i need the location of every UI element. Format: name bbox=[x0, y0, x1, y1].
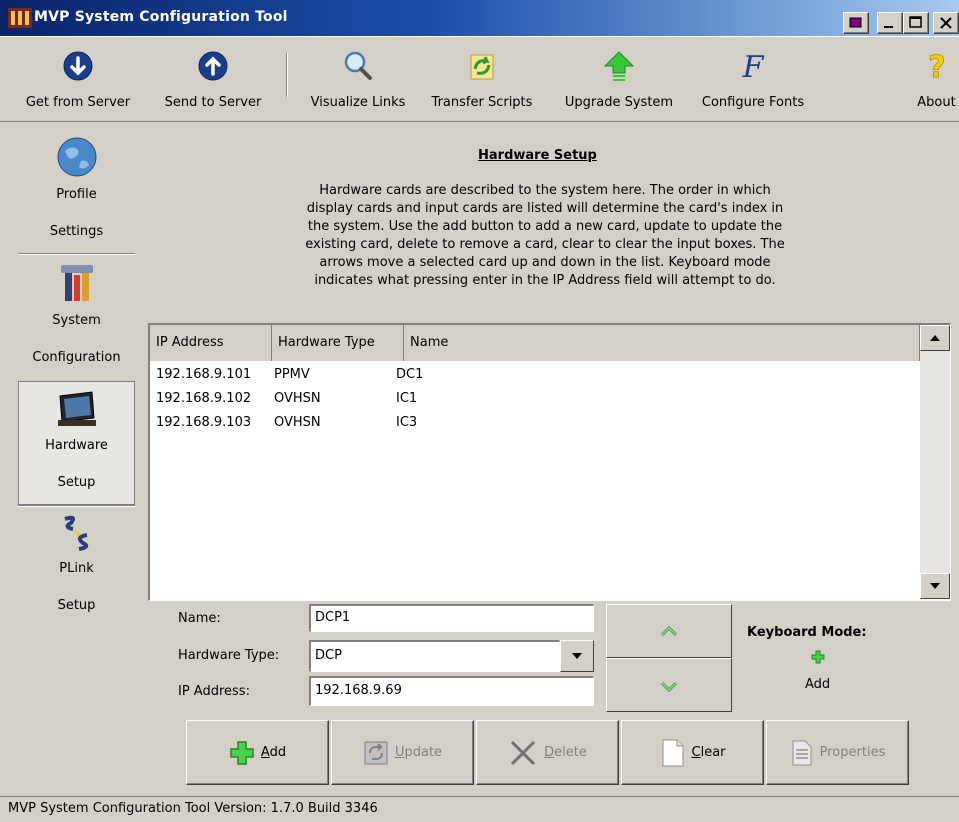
column-header-hardware-type[interactable]: Hardware Type bbox=[272, 325, 404, 361]
font-f-icon: F bbox=[742, 50, 765, 83]
column-header-name[interactable]: Name bbox=[404, 325, 920, 361]
cell-name: DC1 bbox=[396, 367, 424, 382]
window-title: MVP System Configuration Tool bbox=[34, 9, 288, 25]
nav-divider bbox=[18, 505, 135, 507]
cell-name: IC3 bbox=[396, 415, 418, 430]
transfer-scripts-button[interactable]: Transfer Scripts bbox=[418, 45, 546, 119]
move-down-button[interactable] bbox=[606, 658, 732, 712]
properties-button-label: Properties bbox=[819, 745, 886, 760]
download-circle-icon bbox=[63, 51, 93, 81]
blank-page-icon bbox=[662, 739, 683, 766]
nav-item-system-configuration[interactable]: System Configuration bbox=[18, 257, 135, 379]
page-title: Hardware Setup bbox=[478, 148, 597, 163]
hardware-type-dropdown-button[interactable] bbox=[560, 640, 594, 672]
clear-button-label: Clear bbox=[691, 745, 726, 760]
cell-name: IC1 bbox=[396, 391, 418, 406]
nav-item-hardware-setup[interactable]: Hardware Setup bbox=[18, 381, 135, 505]
question-mark-icon: ? bbox=[927, 50, 945, 83]
tools-icon bbox=[60, 265, 93, 301]
nav-divider bbox=[18, 253, 135, 255]
delete-button-label: Delete bbox=[544, 745, 587, 760]
monitor-icon bbox=[57, 391, 96, 426]
cell-ip-address: 192.168.9.102 bbox=[156, 391, 252, 406]
restore-size-button[interactable] bbox=[843, 12, 869, 34]
left-nav: Profile Settings System Configuration Ha… bbox=[18, 131, 135, 631]
scroll-down-button[interactable] bbox=[920, 573, 950, 599]
plus-icon bbox=[811, 650, 825, 664]
column-header-ip-address[interactable]: IP Address bbox=[150, 325, 272, 361]
app-icon bbox=[8, 8, 32, 28]
scroll-up-button[interactable] bbox=[920, 325, 950, 351]
upload-circle-icon bbox=[198, 51, 228, 81]
link-icon bbox=[63, 515, 88, 551]
refresh-icon bbox=[364, 741, 388, 764]
cell-ip-address: 192.168.9.101 bbox=[156, 367, 252, 382]
visualize-links-button[interactable]: Visualize Links bbox=[300, 45, 416, 119]
properties-page-icon bbox=[792, 740, 812, 765]
x-icon bbox=[511, 740, 536, 765]
cell-hardware-type: OVHSN bbox=[274, 415, 321, 430]
cell-hardware-type: OVHSN bbox=[274, 391, 321, 406]
nav-item-plink-setup[interactable]: PLink Setup bbox=[18, 509, 135, 631]
plus-icon bbox=[230, 740, 254, 765]
hardware-type-label: Hardware Type: bbox=[178, 648, 280, 663]
add-button-label: Add bbox=[260, 745, 287, 760]
keyboard-mode-value: Add bbox=[805, 677, 831, 692]
green-up-arrow-icon bbox=[603, 51, 635, 81]
update-button-label: Update bbox=[394, 745, 443, 760]
cell-hardware-type: PPMV bbox=[274, 367, 310, 382]
list-header: IP Address Hardware Type Name bbox=[150, 325, 920, 361]
update-button[interactable]: Update bbox=[331, 720, 474, 785]
title-bar: MVP System Configuration Tool bbox=[0, 0, 959, 36]
chevron-down-icon bbox=[660, 681, 678, 693]
table-row[interactable]: 192.168.9.103 OVHSN IC3 bbox=[150, 411, 920, 435]
properties-button[interactable]: Properties bbox=[766, 720, 909, 785]
nav-item-profile-settings[interactable]: Profile Settings bbox=[18, 131, 135, 253]
hardware-list[interactable]: IP Address Hardware Type Name 192.168.9.… bbox=[148, 323, 951, 601]
svg-text:F: F bbox=[742, 50, 765, 83]
send-to-server-button[interactable]: Send to Server bbox=[150, 45, 276, 119]
get-from-server-button[interactable]: Get from Server bbox=[14, 45, 142, 119]
keyboard-mode-title: Keyboard Mode: bbox=[747, 625, 867, 640]
transfer-scripts-icon bbox=[470, 54, 494, 80]
toolbar-separator bbox=[286, 53, 288, 97]
name-field[interactable]: DCP1 bbox=[309, 604, 594, 632]
page-description: Hardware cards are described to the syst… bbox=[305, 183, 785, 288]
cell-ip-address: 192.168.9.103 bbox=[156, 415, 252, 430]
name-label: Name: bbox=[178, 611, 221, 626]
configure-fonts-button[interactable]: F Configure Fonts bbox=[690, 45, 816, 119]
svg-text:?: ? bbox=[928, 50, 945, 83]
vertical-scrollbar[interactable] bbox=[920, 325, 950, 599]
about-button[interactable]: ? About bbox=[914, 45, 959, 119]
maximize-button[interactable] bbox=[903, 12, 929, 34]
status-bar: MVP System Configuration Tool Version: 1… bbox=[0, 796, 959, 822]
delete-button[interactable]: Delete bbox=[476, 720, 619, 785]
triangle-up-icon bbox=[930, 335, 940, 341]
chevron-down-icon bbox=[572, 653, 582, 659]
magnifier-icon bbox=[344, 51, 372, 80]
add-button[interactable]: Add bbox=[186, 720, 329, 785]
toolbar: Get from Server Send to Server Visualize… bbox=[0, 36, 959, 122]
triangle-down-icon bbox=[930, 583, 940, 589]
upgrade-system-button[interactable]: Upgrade System bbox=[554, 45, 684, 119]
ip-address-label: IP Address: bbox=[178, 684, 250, 699]
table-row[interactable]: 192.168.9.102 OVHSN IC1 bbox=[150, 387, 920, 411]
globe-icon bbox=[57, 137, 96, 177]
chevron-up-icon bbox=[660, 625, 678, 637]
move-up-button[interactable] bbox=[606, 604, 732, 658]
table-row[interactable]: 192.168.9.101 PPMV DC1 bbox=[150, 363, 920, 387]
minimize-button[interactable] bbox=[877, 12, 903, 34]
hardware-type-select[interactable]: DCP bbox=[309, 640, 560, 672]
clear-button[interactable]: Clear bbox=[621, 720, 764, 785]
close-button[interactable] bbox=[933, 12, 959, 34]
ip-address-field[interactable]: 192.168.9.69 bbox=[309, 676, 594, 706]
